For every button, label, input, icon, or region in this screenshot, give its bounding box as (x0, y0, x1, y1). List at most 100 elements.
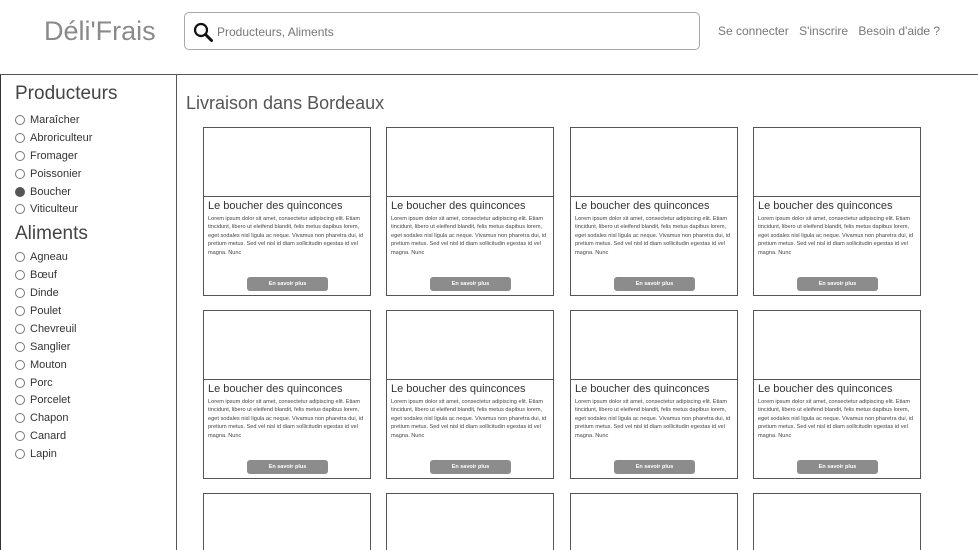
filter-food-mouton[interactable]: Mouton (15, 356, 67, 374)
filter-producer-maraicher[interactable]: Maraîcher (15, 111, 80, 129)
login-link[interactable]: Se connecter (718, 24, 789, 38)
learn-more-button[interactable]: En savoir plus (797, 277, 878, 291)
filter-label: Lapin (30, 448, 57, 460)
filter-food-agneau[interactable]: Agneau (15, 248, 68, 266)
filter-food-chevreuil[interactable]: Chevreuil (15, 320, 76, 338)
logo[interactable]: Déli'Frais (44, 16, 156, 47)
help-link[interactable]: Besoin d'aide ? (858, 24, 940, 38)
filter-label: Poulet (30, 305, 62, 317)
radio-icon[interactable] (15, 252, 25, 262)
card-description: Lorem ipsum dolor sit amet, consectetur … (758, 399, 914, 439)
card-title: Le boucher des quinconces (758, 200, 893, 212)
card-title: Le boucher des quinconces (208, 383, 343, 395)
radio-icon[interactable] (15, 431, 25, 441)
radio-icon[interactable] (15, 288, 25, 298)
learn-more-button[interactable]: En savoir plus (247, 277, 328, 291)
card-description: Lorem ipsum dolor sit amet, consectetur … (208, 399, 364, 439)
card-image-placeholder (754, 128, 920, 197)
filter-label: Bœuf (30, 269, 57, 281)
card-description: Lorem ipsum dolor sit amet, consectetur … (575, 399, 731, 439)
filter-food-sanglier[interactable]: Sanglier (15, 338, 70, 356)
card-title: Le boucher des quinconces (208, 200, 343, 212)
card-image-placeholder (204, 311, 370, 380)
filter-label: Porcelet (30, 394, 71, 406)
filter-label: Viticulteur (30, 203, 79, 215)
filter-label: Abroriculteur (30, 132, 93, 144)
radio-icon[interactable] (15, 360, 25, 370)
radio-icon[interactable] (15, 115, 25, 125)
producer-card[interactable]: Le boucher des quinconces Lorem ipsum do… (386, 310, 554, 479)
radio-icon[interactable] (15, 378, 25, 388)
radio-icon[interactable] (15, 270, 25, 280)
header: Déli'Frais Se connecter S'inscrire Besoi… (0, 0, 978, 74)
filter-producer-fromager[interactable]: Fromager (15, 147, 78, 165)
filter-food-poulet[interactable]: Poulet (15, 302, 61, 320)
learn-more-button[interactable]: En savoir plus (247, 460, 328, 474)
producer-card[interactable] (203, 493, 371, 550)
radio-icon[interactable] (15, 413, 25, 423)
producer-card[interactable] (753, 493, 921, 550)
card-image-placeholder (754, 311, 920, 380)
producer-card[interactable]: Le boucher des quinconces Lorem ipsum do… (386, 127, 554, 296)
signup-link[interactable]: S'inscrire (799, 24, 848, 38)
page-title: Livraison dans Bordeaux (186, 93, 385, 113)
producer-card[interactable]: Le boucher des quinconces Lorem ipsum do… (570, 127, 738, 296)
card-description: Lorem ipsum dolor sit amet, consectetur … (391, 399, 547, 439)
filter-food-boeuf[interactable]: Bœuf (15, 266, 57, 284)
filter-label: Dinde (30, 287, 59, 299)
producer-card[interactable]: Le boucher des quinconces Lorem ipsum do… (203, 310, 371, 479)
search-icon[interactable] (193, 22, 213, 42)
radio-icon[interactable] (15, 133, 25, 143)
filter-food-porcelet[interactable]: Porcelet (15, 391, 70, 409)
learn-more-button[interactable]: En savoir plus (430, 277, 511, 291)
filter-food-chapon[interactable]: Chapon (15, 409, 69, 427)
radio-icon[interactable] (15, 342, 25, 352)
radio-icon[interactable] (15, 169, 25, 179)
filter-food-porc[interactable]: Porc (15, 374, 53, 392)
radio-icon[interactable] (15, 395, 25, 405)
card-image-placeholder (387, 128, 553, 197)
filter-food-canard[interactable]: Canard (15, 427, 66, 445)
producer-card[interactable]: Le boucher des quinconces Lorem ipsum do… (753, 127, 921, 296)
filter-food-lapin[interactable]: Lapin (15, 445, 57, 463)
producer-card[interactable]: Le boucher des quinconces Lorem ipsum do… (753, 310, 921, 479)
filter-producer-boucher[interactable]: Boucher (15, 183, 71, 201)
filter-label: Mouton (30, 359, 67, 371)
radio-icon[interactable] (15, 324, 25, 334)
filter-label: Sanglier (30, 341, 71, 353)
search-input[interactable] (217, 21, 687, 43)
search-bar[interactable] (184, 12, 700, 50)
learn-more-button[interactable]: En savoir plus (797, 460, 878, 474)
card-title: Le boucher des quinconces (758, 383, 893, 395)
filter-producer-poissonier[interactable]: Poissonier (15, 165, 81, 183)
producers-heading: Producteurs (15, 83, 118, 104)
header-nav: Se connecter S'inscrire Besoin d'aide ? (718, 24, 947, 38)
card-image-placeholder (571, 494, 737, 550)
card-image-placeholder (204, 494, 370, 550)
radio-icon[interactable] (15, 306, 25, 316)
filter-food-dinde[interactable]: Dinde (15, 284, 59, 302)
filter-sidebar: Producteurs Maraîcher Abroriculteur From… (0, 75, 177, 550)
producer-card[interactable]: Le boucher des quinconces Lorem ipsum do… (203, 127, 371, 296)
learn-more-button[interactable]: En savoir plus (430, 460, 511, 474)
producer-card[interactable]: Le boucher des quinconces Lorem ipsum do… (570, 310, 738, 479)
card-image-placeholder (571, 128, 737, 197)
card-image-placeholder (754, 494, 920, 550)
radio-icon[interactable] (15, 151, 25, 161)
producer-card[interactable] (570, 493, 738, 550)
radio-checked-icon[interactable] (15, 187, 25, 197)
learn-more-button[interactable]: En savoir plus (614, 460, 695, 474)
learn-more-button[interactable]: En savoir plus (614, 277, 695, 291)
radio-icon[interactable] (15, 204, 25, 214)
filter-label: Maraîcher (30, 114, 80, 126)
radio-icon[interactable] (15, 449, 25, 459)
foods-heading: Aliments (15, 223, 88, 244)
producer-card[interactable] (386, 493, 554, 550)
filter-label: Chevreuil (30, 323, 77, 335)
card-title: Le boucher des quinconces (575, 383, 710, 395)
card-image-placeholder (387, 494, 553, 550)
filter-producer-abroriculteur[interactable]: Abroriculteur (15, 129, 92, 147)
filter-producer-viticulteur[interactable]: Viticulteur (15, 200, 78, 218)
filter-label: Poissonier (30, 168, 82, 180)
card-title: Le boucher des quinconces (391, 200, 526, 212)
